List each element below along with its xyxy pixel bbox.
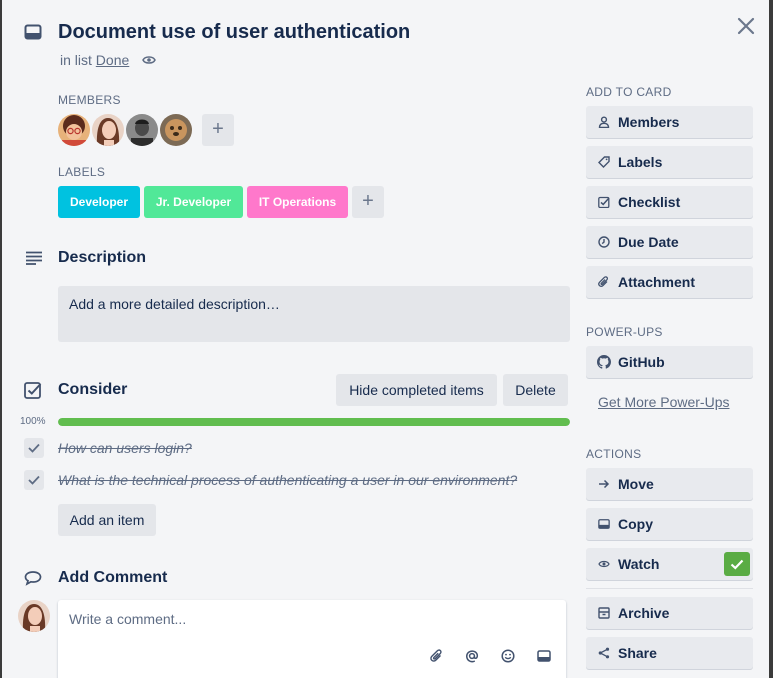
comment-input[interactable]: Write a comment...	[58, 600, 566, 678]
checklist-item-text[interactable]: What is the technical process of authent…	[58, 472, 517, 488]
eye-icon	[597, 557, 611, 571]
members-heading: MEMBERS	[58, 93, 121, 107]
list-link[interactable]: Done	[96, 52, 129, 68]
description-lines-icon	[25, 251, 43, 265]
checklist-item-checkbox[interactable]	[24, 438, 44, 458]
get-more-power-ups-link[interactable]: Get More Power-Ups	[598, 394, 729, 410]
paperclip-icon[interactable]	[430, 649, 444, 663]
labels-button[interactable]: Labels	[586, 146, 753, 178]
actions-divider	[586, 588, 753, 589]
archive-button-label: Archive	[618, 605, 670, 621]
share-button-label: Share	[618, 645, 657, 661]
current-user-avatar	[18, 600, 50, 632]
members-button[interactable]: Members	[586, 106, 753, 138]
card-icon	[597, 517, 611, 531]
in-list-prefix: in list	[60, 52, 92, 68]
label-developer[interactable]: Developer	[58, 186, 140, 218]
copy-button-label: Copy	[618, 516, 653, 532]
checklist-button[interactable]: Checklist	[586, 186, 753, 218]
watching-eye-icon	[142, 54, 156, 66]
watch-button-label: Watch	[618, 556, 660, 572]
comment-placeholder: Write a comment...	[69, 611, 187, 627]
card-icon	[24, 24, 42, 40]
avatar[interactable]	[126, 114, 158, 146]
members-button-label: Members	[618, 114, 680, 130]
github-button[interactable]: GitHub	[586, 346, 753, 378]
add-comment-heading: Add Comment	[58, 569, 168, 586]
checklist-item-text[interactable]: How can users login?	[58, 440, 192, 456]
list-location: in list Done	[60, 52, 129, 68]
checklist-icon	[24, 381, 42, 399]
checklist-item-checkbox[interactable]	[24, 470, 44, 490]
watch-checkmark-icon	[724, 552, 750, 576]
description-input[interactable]: Add a more detailed description…	[58, 286, 570, 342]
checklist-title[interactable]: Consider	[58, 381, 127, 399]
card-title[interactable]: Document use of user authentication	[58, 21, 410, 44]
checklist-button-label: Checklist	[618, 194, 681, 210]
labels-heading: LABELS	[58, 165, 106, 179]
comment-bubble-icon	[24, 570, 42, 586]
clock-icon	[597, 235, 611, 249]
github-icon	[597, 355, 611, 369]
label-jr-developer[interactable]: Jr. Developer	[144, 186, 243, 218]
checklist-percent: 100%	[20, 416, 46, 427]
arrow-right-icon	[597, 477, 611, 491]
paperclip-icon	[597, 275, 611, 289]
watch-button[interactable]: Watch	[586, 548, 753, 580]
share-button[interactable]: Share	[586, 637, 753, 669]
move-button[interactable]: Move	[586, 468, 753, 500]
copy-button[interactable]: Copy	[586, 508, 753, 540]
close-icon[interactable]	[735, 15, 757, 37]
label-it-operations[interactable]: IT Operations	[247, 186, 348, 218]
due-date-button-label: Due Date	[618, 234, 679, 250]
attachment-button[interactable]: Attachment	[586, 266, 753, 298]
add-to-card-heading: ADD TO CARD	[586, 85, 672, 99]
add-member-button[interactable]: +	[202, 114, 234, 146]
mention-icon[interactable]	[465, 649, 479, 663]
avatar[interactable]	[58, 114, 90, 146]
avatar[interactable]	[160, 114, 192, 146]
card-detail-modal: Document use of user authentication in l…	[2, 0, 769, 678]
share-icon	[597, 646, 611, 660]
tag-icon	[597, 155, 611, 169]
archive-button[interactable]: Archive	[586, 597, 753, 629]
checklist-progress-fill	[58, 418, 570, 426]
emoji-icon[interactable]	[501, 649, 515, 663]
delete-checklist-button[interactable]: Delete	[503, 374, 568, 406]
add-label-button[interactable]: +	[352, 186, 384, 218]
due-date-button[interactable]: Due Date	[586, 226, 753, 258]
hide-completed-items-button[interactable]: Hide completed items	[336, 374, 497, 406]
actions-heading: ACTIONS	[586, 447, 642, 461]
person-icon	[597, 115, 611, 129]
archive-icon	[597, 606, 611, 620]
move-button-label: Move	[618, 476, 654, 492]
checklist-icon	[597, 195, 611, 209]
description-heading: Description	[58, 249, 147, 266]
power-ups-heading: POWER-UPS	[586, 325, 663, 339]
add-card-icon[interactable]	[537, 649, 551, 663]
github-button-label: GitHub	[618, 354, 665, 370]
labels-button-label: Labels	[618, 154, 663, 170]
attachment-button-label: Attachment	[618, 274, 696, 290]
checklist-progress-bar	[58, 418, 570, 426]
avatar[interactable]	[92, 114, 124, 146]
add-checklist-item-button[interactable]: Add an item	[58, 504, 156, 536]
